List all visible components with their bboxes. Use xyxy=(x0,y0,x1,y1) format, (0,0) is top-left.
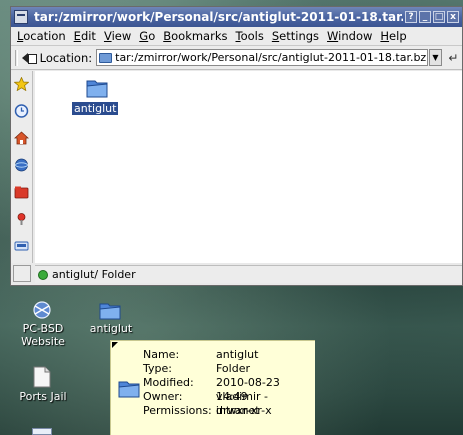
folder-icon xyxy=(99,303,121,320)
menu-bookmarks[interactable]: Bookmarks xyxy=(159,29,231,43)
tooltip-value: Folder xyxy=(216,362,250,375)
document-icon xyxy=(33,366,51,388)
menu-go[interactable]: Go xyxy=(135,29,159,43)
tooltip-key: Name: xyxy=(143,348,180,361)
folder-icon xyxy=(99,52,113,63)
folder-icon xyxy=(118,378,140,398)
desktop-label-antiglut[interactable]: antiglut xyxy=(88,322,134,335)
tooltip-row-permissions: Permissions: drwxr-xr-x xyxy=(143,404,272,418)
menubar: Location Edit View Go Bookmarks Tools Se… xyxy=(11,27,462,46)
status-text: antiglut/ Folder xyxy=(52,268,136,281)
desktop-icon-antiglut[interactable] xyxy=(98,300,122,323)
desktop-label-pcbsd-line2: Website xyxy=(21,335,65,348)
menu-settings[interactable]: Settings xyxy=(268,29,323,43)
network-icon[interactable] xyxy=(14,158,29,172)
media-icon[interactable] xyxy=(14,239,29,253)
bookmarks-icon[interactable] xyxy=(13,76,30,92)
desktop-icon-ports-jail[interactable] xyxy=(33,366,51,391)
tooltip-key: Type: xyxy=(143,362,172,375)
statusbar: antiglut/ Folder xyxy=(35,265,462,283)
location-toolbar: Location: tar:/zmirror/work/Personal/src… xyxy=(11,46,462,70)
file-item-label[interactable]: antiglut xyxy=(72,102,119,115)
tooltip-row-name: Name: antiglut xyxy=(143,348,258,362)
tooltip-value: antiglut xyxy=(216,348,259,361)
konqueror-app-icon[interactable] xyxy=(14,10,28,24)
toolbar-grip[interactable] xyxy=(15,49,18,66)
go-arrow-icon[interactable]: ↵ xyxy=(448,51,462,65)
desktop-icon-partial[interactable] xyxy=(32,428,52,435)
tooltip-row-type: Type: Folder xyxy=(143,362,250,376)
location-history-dropdown[interactable]: ▼ xyxy=(428,49,443,66)
content-area: antiglut antiglut/ Folder xyxy=(11,71,462,285)
history-icon[interactable] xyxy=(14,104,29,118)
file-info-tooltip: Name: antiglut Type: Folder Modified: 20… xyxy=(110,340,315,435)
window-titlebar[interactable]: tar:/zmirror/work/Personal/src/antiglut-… xyxy=(11,7,462,27)
close-button[interactable]: x xyxy=(447,11,459,23)
menu-window[interactable]: Window xyxy=(323,29,376,43)
root-folder-icon[interactable] xyxy=(14,185,29,199)
home-icon[interactable] xyxy=(13,131,30,145)
clear-location-icon[interactable] xyxy=(21,52,37,64)
file-view[interactable]: antiglut xyxy=(35,71,462,263)
menu-edit[interactable]: Edit xyxy=(70,29,100,43)
menu-location[interactable]: Location xyxy=(13,29,70,43)
desktop-icon-pcbsd-website[interactable] xyxy=(31,300,53,323)
help-window-button[interactable]: ? xyxy=(405,11,417,23)
tooltip-key: Permissions: xyxy=(143,404,212,417)
desktop-label-pcbsd[interactable]: PC-BSD Website xyxy=(20,322,66,348)
status-ok-icon xyxy=(38,269,48,280)
navigation-sidebar xyxy=(11,71,33,263)
location-input[interactable]: tar:/zmirror/work/Personal/src/antiglut-… xyxy=(96,49,428,66)
view-split-toggle[interactable] xyxy=(13,265,31,282)
menu-tools[interactable]: Tools xyxy=(232,29,268,43)
tooltip-corner-marker xyxy=(112,342,118,348)
location-value: tar:/zmirror/work/Personal/src/antiglut-… xyxy=(115,51,428,64)
window-title: tar:/zmirror/work/Personal/src/antiglut-… xyxy=(34,10,403,24)
konqueror-window: tar:/zmirror/work/Personal/src/antiglut-… xyxy=(10,6,463,286)
pcbsd-website-icon xyxy=(33,301,51,319)
services-icon[interactable] xyxy=(14,212,29,226)
menu-help[interactable]: Help xyxy=(376,29,410,43)
minimize-button[interactable]: _ xyxy=(419,11,431,23)
menu-view[interactable]: View xyxy=(100,29,135,43)
folder-icon[interactable] xyxy=(85,77,109,99)
location-label: Location: xyxy=(39,50,93,65)
maximize-button[interactable]: □ xyxy=(433,11,445,23)
tooltip-value: drwxr-xr-x xyxy=(216,404,272,417)
desktop-label-pcbsd-line1: PC-BSD xyxy=(22,322,64,335)
desktop-label-ports-jail[interactable]: Ports Jail xyxy=(18,390,68,403)
